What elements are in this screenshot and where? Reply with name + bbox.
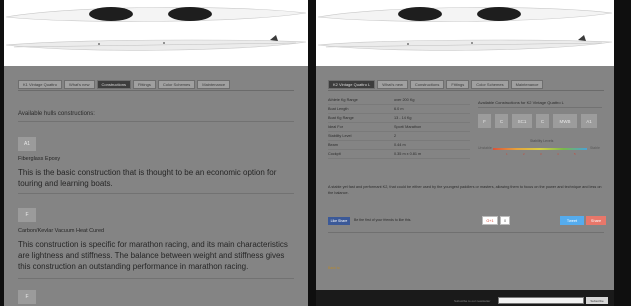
right-page: K2 Vintage Quattro L What's new Construc… [316, 0, 614, 306]
construction-badge[interactable]: A1 [581, 114, 597, 128]
construction-badge[interactable]: C [495, 114, 508, 128]
construction-badge[interactable]: MWB [553, 114, 577, 128]
newsletter-label: Subscribe to our newsletter [454, 299, 491, 303]
left-tab-bar: K1 Vintage Quattro What's new Constructi… [18, 80, 231, 89]
spec-row: Cockpit 0.35 m x 0.81 m [328, 150, 470, 159]
left-page: K1 Vintage Quattro What's new Constructi… [4, 0, 308, 306]
tab-color-schemes[interactable]: Color Schemes [157, 80, 196, 89]
tweet-button[interactable]: Tweet [560, 216, 584, 225]
spec-table: Athlete Kg Range over 200 Kg Boat Length 6… [328, 96, 470, 159]
construction-title: Carbon/Kevlar Vacuum Heat Cured [18, 228, 105, 234]
tab-divider [328, 90, 604, 91]
spec-key: Stability Level [328, 134, 352, 138]
construction-description: This construction is specific for marath… [18, 240, 288, 271]
tab-k2-vintage-quattro[interactable]: K2 Vintage Quattro L [328, 80, 376, 89]
stability-level-number: 1 [506, 152, 508, 156]
construction-badge[interactable]: C [536, 114, 549, 128]
subscribe-button[interactable]: Subscribe [586, 297, 608, 304]
stability-unstable-label: Unstable [478, 146, 492, 150]
kayak-image [4, 0, 308, 66]
tab-whats-new[interactable]: What's new [377, 80, 408, 89]
kayak-illustration [317, 7, 613, 51]
stability-level-number: 5 [574, 152, 576, 156]
spec-row: Athlete Kg Range over 200 Kg [328, 96, 470, 105]
stability-levels-label: Stability Levels [530, 139, 554, 143]
google-plus-count: 0 [500, 216, 510, 225]
spec-key: Ideal For [328, 125, 343, 129]
stability-stable-label: Stable [590, 146, 600, 150]
stability-level-number: 3 [540, 152, 542, 156]
spec-row: Ideal For Sport/ Marathon [328, 123, 470, 132]
facebook-like-button[interactable]: Like Share [328, 217, 350, 225]
right-tab-bar: K2 Vintage Quattro L What's new Construc… [328, 80, 544, 89]
construction-code-f: F [18, 290, 36, 304]
tab-vintage-quattro[interactable]: K1 Vintage Quattro [18, 80, 62, 89]
spec-key: Athlete Kg Range [328, 98, 358, 102]
spec-key: Boat Length [328, 107, 349, 111]
spec-key: Beam [328, 143, 338, 147]
spec-row: Boat Length 6.0 m [328, 105, 470, 114]
stability-scale [493, 148, 587, 150]
spec-value: 13 - 14 Kg [394, 116, 412, 120]
construction-description: This is the basic construction that is t… [18, 168, 277, 188]
social-divider [328, 232, 604, 233]
construction-badge[interactable]: SC1 [512, 114, 532, 128]
tab-fittings[interactable]: Fittings [132, 80, 156, 89]
stability-level-number: 4 [557, 152, 559, 156]
newsletter-email-input[interactable] [498, 297, 584, 304]
construction-title: Fiberglass Epoxy [18, 156, 61, 162]
spec-key: Boat Kg Range [328, 116, 354, 120]
spec-value: 0.35 m x 0.81 m [394, 152, 422, 156]
spec-value: 2 [394, 134, 397, 138]
footer: Subscribe to our newsletter Subscribe [316, 290, 614, 306]
section-divider [18, 278, 294, 279]
tab-divider [18, 90, 294, 91]
tab-constructions[interactable]: Constructions [96, 80, 131, 89]
intro-divider [18, 121, 294, 122]
tab-color-schemes[interactable]: Color Schemes [471, 80, 509, 89]
tab-constructions[interactable]: Constructions [409, 80, 445, 89]
share-button[interactable]: Share [586, 216, 606, 225]
kayak-image [316, 0, 614, 66]
back-link[interactable]: Back to [328, 266, 340, 270]
tab-whats-new[interactable]: What's new [63, 80, 95, 89]
spec-value: Sport/ Marathon [394, 125, 422, 129]
constructions-intro: Available hulls constructions: [18, 111, 95, 117]
kayak-illustration [5, 7, 307, 51]
spec-value: 6.0 m [394, 107, 404, 111]
stability-level-number: 2 [523, 152, 525, 156]
spec-value: 0.44 m [394, 143, 406, 147]
boat-description: A stable yet fast and performant K2, tha… [328, 185, 602, 195]
construction-code-f: F [18, 208, 36, 222]
facebook-like-text: Be the first of your friends to like thi… [354, 218, 412, 222]
spec-row: Stability Level 2 [328, 132, 470, 141]
construction-badge[interactable]: F [478, 114, 491, 128]
construction-code-a1: A1 [18, 137, 36, 151]
spec-row: Boat Kg Range 13 - 14 Kg [328, 114, 470, 123]
spec-value: over 200 Kg [394, 98, 415, 102]
tab-maintenance[interactable]: Maintenance [197, 80, 231, 89]
section-divider [18, 193, 294, 194]
available-divider [478, 107, 602, 108]
tab-fittings[interactable]: Fittings [446, 80, 470, 89]
spec-row: Beam 0.44 m [328, 141, 470, 150]
tab-maintenance[interactable]: Maintenance [510, 80, 544, 89]
available-constructions-label: Available Constructions for K2 Vintage Q… [478, 100, 564, 105]
spec-key: Cockpit [328, 152, 341, 156]
google-plus-button[interactable]: G+1 [482, 216, 498, 225]
